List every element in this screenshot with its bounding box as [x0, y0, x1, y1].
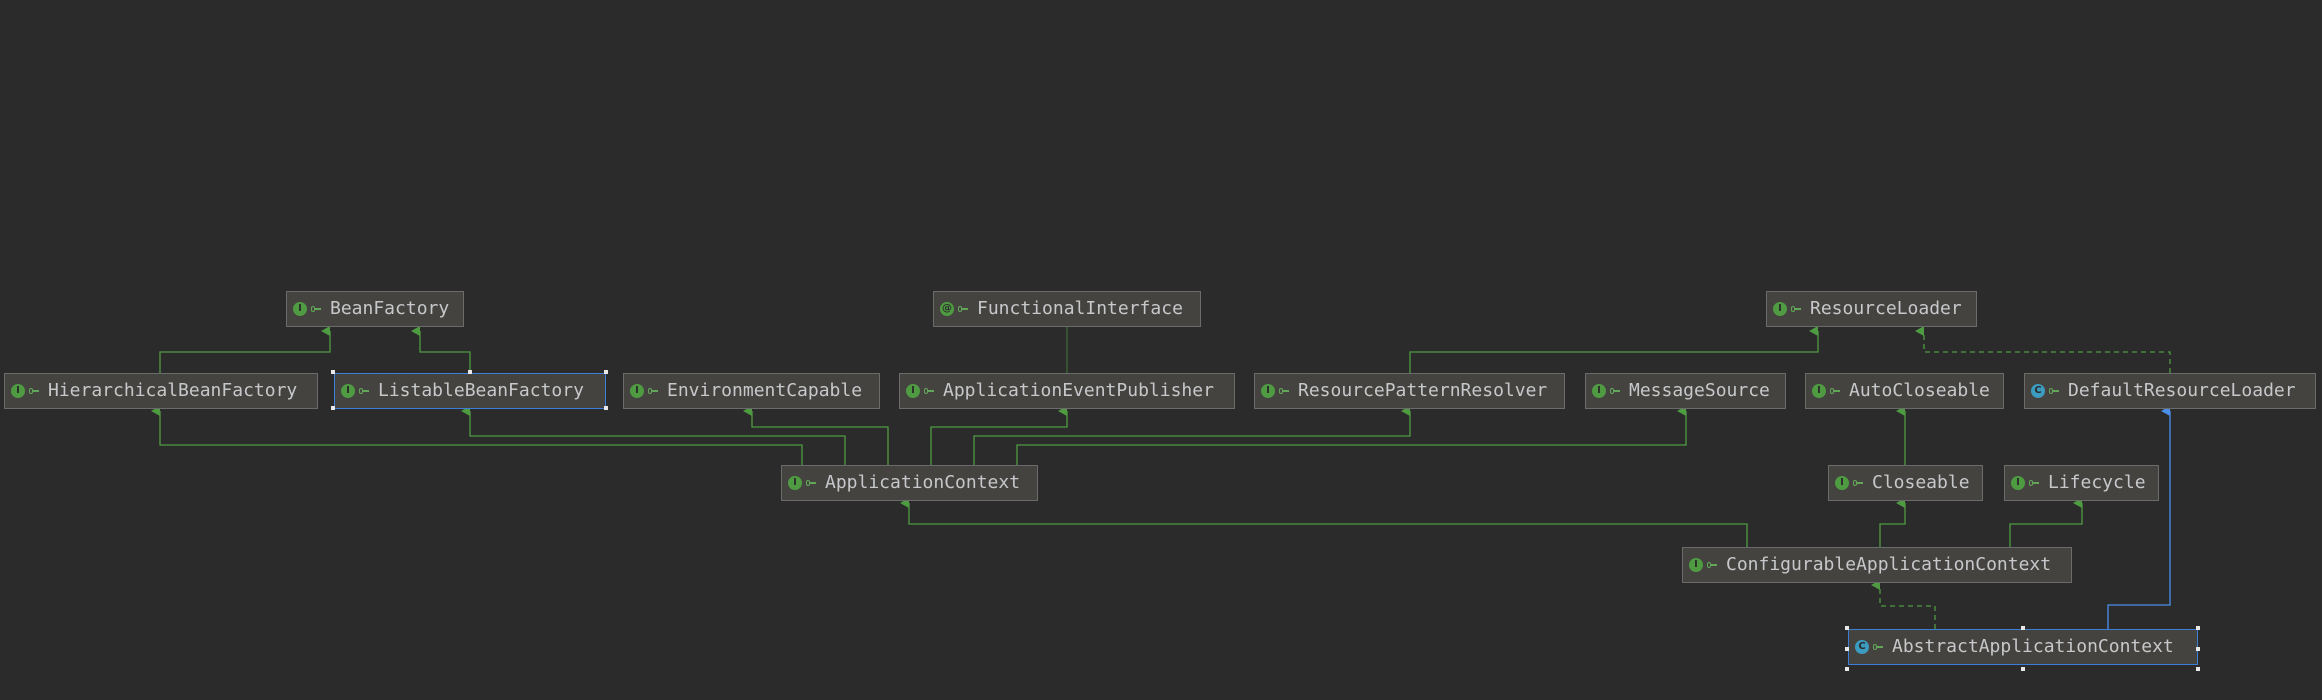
node-label: ResourcePatternResolver: [1298, 380, 1548, 401]
selection-handle[interactable]: [468, 370, 472, 374]
inheritance-edge[interactable]: [1915, 326, 2171, 373]
interface-icon: I: [1689, 558, 1703, 572]
diagram-edges: [151, 326, 2171, 629]
node-lifecycle[interactable]: I Lifecycle: [2004, 465, 2159, 501]
public-visibility-icon: [2049, 386, 2059, 396]
inheritance-edge[interactable]: [743, 406, 889, 465]
public-visibility-icon: [1279, 386, 1289, 396]
node-hierarchical-bean-factory[interactable]: I HierarchicalBeanFactory: [4, 373, 318, 409]
selection-handle[interactable]: [2196, 667, 2200, 671]
inheritance-edge[interactable]: [411, 326, 471, 373]
abstract-class-icon: C: [1855, 640, 1869, 654]
selection-handle[interactable]: [2021, 667, 2025, 671]
inheritance-edge[interactable]: [159, 326, 331, 373]
node-label: BeanFactory: [330, 298, 450, 319]
node-label: Lifecycle: [2048, 472, 2146, 493]
node-label: HierarchicalBeanFactory: [48, 380, 298, 401]
node-application-event-publisher[interactable]: I ApplicationEventPublisher: [899, 373, 1235, 409]
interface-icon: I: [788, 476, 802, 490]
interface-icon: I: [906, 384, 920, 398]
public-visibility-icon: [924, 386, 934, 396]
inheritance-edge[interactable]: [1016, 406, 1687, 465]
node-auto-closeable[interactable]: I AutoCloseable: [1805, 373, 2004, 409]
selection-handle[interactable]: [1845, 626, 1849, 630]
node-label: ApplicationContext: [825, 472, 1021, 493]
public-visibility-icon: [29, 386, 39, 396]
inheritance-edge[interactable]: [2009, 498, 2083, 547]
selection-handle[interactable]: [1845, 667, 1849, 671]
node-abstract-application-context[interactable]: C AbstractApplicationContext: [1848, 629, 2198, 665]
selection-handle[interactable]: [604, 370, 608, 374]
public-visibility-icon: [311, 304, 321, 314]
public-visibility-icon: [359, 386, 369, 396]
selection-handle[interactable]: [2196, 647, 2200, 651]
public-visibility-icon: [958, 304, 968, 314]
public-visibility-icon: [648, 386, 658, 396]
inheritance-edge[interactable]: [461, 406, 846, 465]
node-resource-loader[interactable]: I ResourceLoader: [1766, 291, 1977, 327]
interface-icon: I: [1773, 302, 1787, 316]
uml-diagram-canvas[interactable]: I BeanFactory @ FunctionalInterface I Re…: [0, 0, 2322, 700]
public-visibility-icon: [1853, 478, 1863, 488]
public-visibility-icon: [1610, 386, 1620, 396]
node-functional-interface[interactable]: @ FunctionalInterface: [933, 291, 1201, 327]
node-label: ResourceLoader: [1810, 298, 1962, 319]
interface-icon: I: [341, 384, 355, 398]
inheritance-edge[interactable]: [2107, 406, 2171, 629]
public-visibility-icon: [806, 478, 816, 488]
inheritance-edge[interactable]: [973, 406, 1411, 465]
class-icon: C: [2031, 384, 2045, 398]
interface-icon: I: [1592, 384, 1606, 398]
interface-icon: I: [2011, 476, 2025, 490]
node-environment-capable[interactable]: I EnvironmentCapable: [623, 373, 880, 409]
node-label: AutoCloseable: [1849, 380, 1990, 401]
node-label: Closeable: [1872, 472, 1970, 493]
inheritance-edge[interactable]: [900, 498, 1748, 547]
public-visibility-icon: [2029, 478, 2039, 488]
node-label: AbstractApplicationContext: [1892, 636, 2174, 657]
selection-handle[interactable]: [331, 370, 335, 374]
interface-icon: I: [1261, 384, 1275, 398]
node-label: MessageSource: [1629, 380, 1770, 401]
node-bean-factory[interactable]: I BeanFactory: [286, 291, 464, 327]
interface-icon: I: [1835, 476, 1849, 490]
interface-icon: I: [11, 384, 25, 398]
interface-icon: I: [293, 302, 307, 316]
public-visibility-icon: [1791, 304, 1801, 314]
public-visibility-icon: [1707, 560, 1717, 570]
inheritance-edge[interactable]: [151, 406, 803, 465]
node-listable-bean-factory[interactable]: I ListableBeanFactory: [334, 373, 606, 409]
node-label: ApplicationEventPublisher: [943, 380, 1214, 401]
annotation-icon: @: [940, 302, 954, 316]
inheritance-edge[interactable]: [1409, 326, 1819, 373]
node-label: DefaultResourceLoader: [2068, 380, 2296, 401]
inheritance-edge[interactable]: [1879, 498, 1906, 547]
node-label: ListableBeanFactory: [378, 380, 584, 401]
selection-handle[interactable]: [331, 406, 335, 410]
node-configurable-application-context[interactable]: I ConfigurableApplicationContext: [1682, 547, 2072, 583]
node-label: EnvironmentCapable: [667, 380, 863, 401]
selection-handle[interactable]: [1845, 647, 1849, 651]
node-default-resource-loader[interactable]: C DefaultResourceLoader: [2024, 373, 2316, 409]
node-resource-pattern-resolver[interactable]: I ResourcePatternResolver: [1254, 373, 1565, 409]
interface-icon: I: [1812, 384, 1826, 398]
selection-handle[interactable]: [604, 406, 608, 410]
inheritance-edge[interactable]: [1871, 580, 1936, 629]
public-visibility-icon: [1830, 386, 1840, 396]
node-closeable[interactable]: I Closeable: [1828, 465, 1983, 501]
node-label: ConfigurableApplicationContext: [1726, 554, 2052, 575]
selection-handle[interactable]: [2196, 626, 2200, 630]
public-visibility-icon: [1873, 642, 1883, 652]
selection-handle[interactable]: [2021, 626, 2025, 630]
inheritance-edge[interactable]: [930, 406, 1068, 465]
node-application-context[interactable]: I ApplicationContext: [781, 465, 1038, 501]
node-message-source[interactable]: I MessageSource: [1585, 373, 1786, 409]
node-label: FunctionalInterface: [977, 298, 1183, 319]
interface-icon: I: [630, 384, 644, 398]
